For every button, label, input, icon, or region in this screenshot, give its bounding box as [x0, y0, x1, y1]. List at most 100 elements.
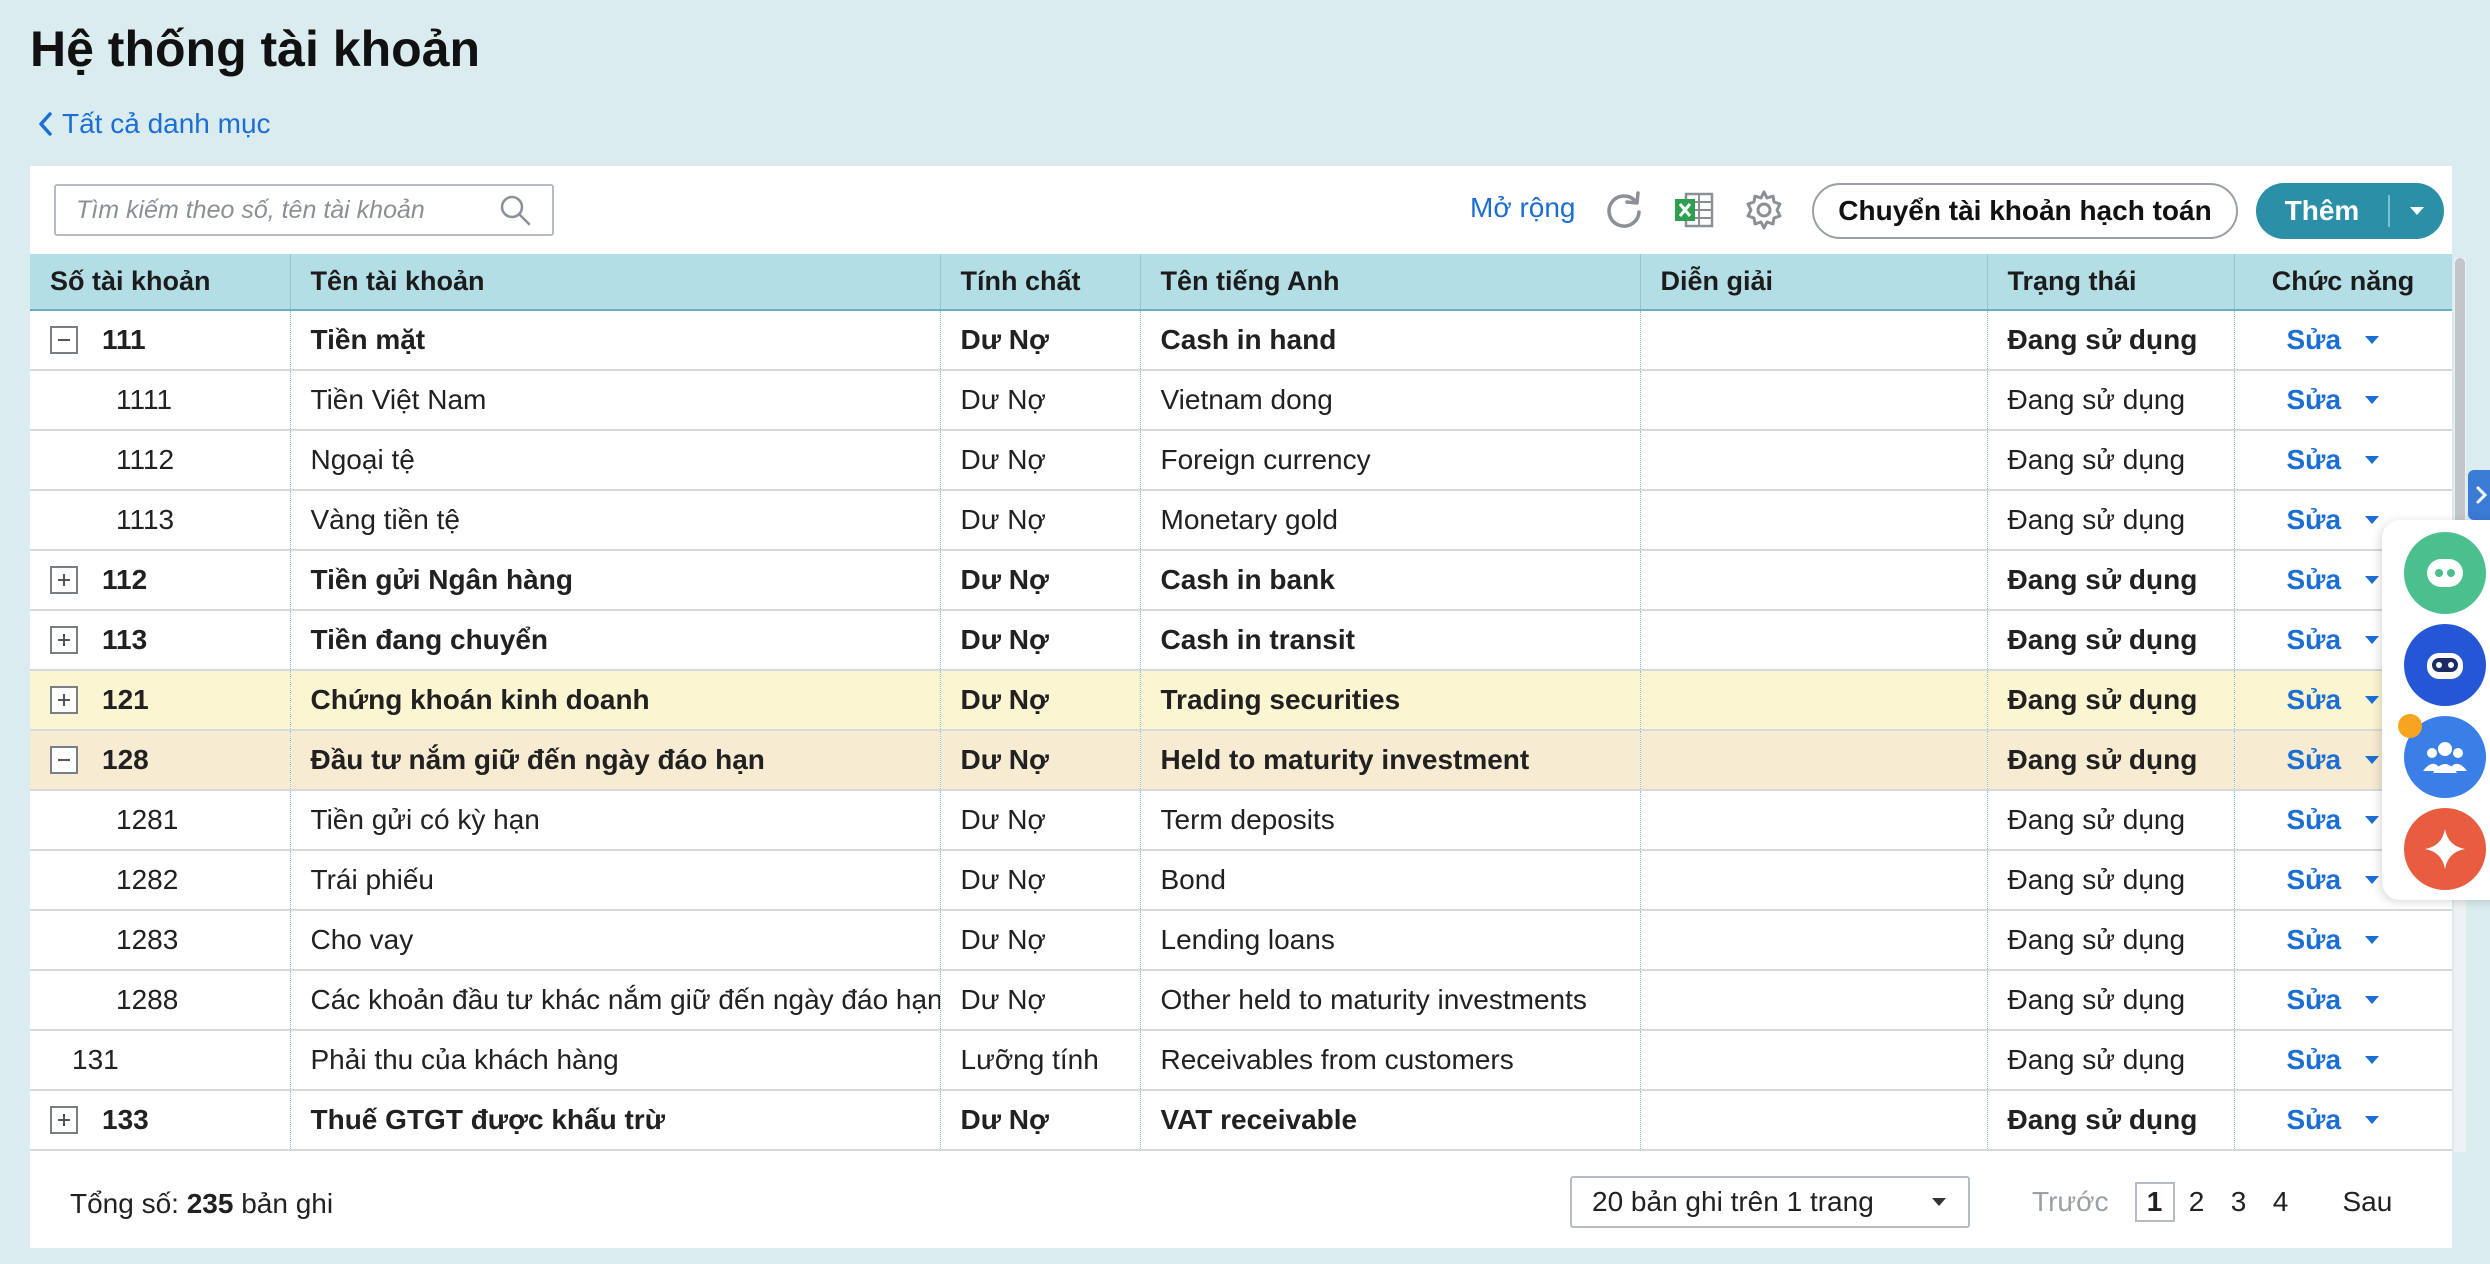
table-row[interactable]: 121 Chứng khoán kinh doanh Dư Nợ Trading se…: [30, 670, 2452, 731]
account-number-cell: 1111: [30, 370, 291, 431]
nature-cell: Dư Nợ: [940, 730, 1141, 791]
edit-link[interactable]: Sửa: [2287, 384, 2342, 416]
back-to-all-categories-link[interactable]: Tất cả danh mục: [36, 108, 271, 140]
edit-link[interactable]: Sửa: [2287, 684, 2342, 716]
table-row[interactable]: 1282 Trái phiếu Dư Nợ Bond Đang sử dụng Sửa: [30, 850, 2452, 911]
edit-link[interactable]: Sửa: [2287, 444, 2342, 476]
actions-cell: Sửa: [2234, 910, 2452, 971]
actions-cell: Sửa: [2234, 310, 2452, 371]
caret-down-icon[interactable]: [2363, 934, 2381, 946]
account-name-cell: Cho vay: [290, 910, 941, 971]
caret-down-icon[interactable]: [2363, 814, 2381, 826]
caret-down-icon[interactable]: [2363, 1114, 2381, 1126]
edit-link[interactable]: Sửa: [2287, 984, 2342, 1016]
add-button-group: Thêm: [2256, 183, 2444, 239]
notification-dot: [2398, 714, 2422, 738]
edit-link[interactable]: Sửa: [2287, 624, 2342, 656]
page-button-4[interactable]: 4: [2261, 1182, 2301, 1222]
table-row[interactable]: 111 Tiền mặt Dư Nợ Cash in hand Đang sử dụng…: [30, 310, 2452, 371]
settings-button[interactable]: [1740, 186, 1788, 234]
edit-link[interactable]: Sửa: [2287, 1104, 2342, 1136]
expand-toggle[interactable]: [50, 626, 78, 654]
assistant-bot-button[interactable]: [2404, 624, 2486, 706]
page-size-select[interactable]: 20 bản ghi trên 1 trang: [1570, 1176, 1970, 1228]
column-header[interactable]: Số tài khoản: [30, 254, 291, 311]
table-row[interactable]: 128 Đầu tư nắm giữ đến ngày đáo hạn Dư Nợ H…: [30, 730, 2452, 791]
column-header[interactable]: Tên tiếng Anh: [1140, 254, 1641, 311]
search-input[interactable]: [76, 195, 498, 225]
expand-toggle[interactable]: [50, 566, 78, 594]
floating-assistant-panel: [2382, 520, 2490, 900]
search-box[interactable]: [54, 184, 554, 236]
search-icon[interactable]: [498, 193, 532, 227]
caret-down-icon[interactable]: [2363, 634, 2381, 646]
page-button-3[interactable]: 3: [2219, 1182, 2259, 1222]
caret-down-icon[interactable]: [2363, 454, 2381, 466]
collapse-side-panel-button[interactable]: [2468, 470, 2490, 520]
ai-sparkle-button[interactable]: [2404, 808, 2486, 890]
caret-down-icon[interactable]: [2363, 994, 2381, 1006]
add-dropdown-button[interactable]: [2390, 205, 2444, 217]
column-header[interactable]: Trạng thái: [1987, 254, 2235, 311]
table-row[interactable]: 133 Thuế GTGT được khấu trừ Dư Nợ VAT recei…: [30, 1090, 2452, 1151]
caret-down-icon[interactable]: [2363, 394, 2381, 406]
caret-down-icon[interactable]: [2363, 334, 2381, 346]
caret-down-icon[interactable]: [2363, 514, 2381, 526]
actions-cell: Sửa: [2234, 430, 2452, 491]
edit-link[interactable]: Sửa: [2287, 804, 2342, 836]
edit-link[interactable]: Sửa: [2287, 1044, 2342, 1076]
column-header[interactable]: Diễn giải: [1640, 254, 1988, 311]
english-name-cell: VAT receivable: [1140, 1090, 1641, 1151]
export-excel-button[interactable]: [1670, 186, 1718, 234]
chatbot-button[interactable]: [2404, 532, 2486, 614]
edit-link[interactable]: Sửa: [2287, 744, 2342, 776]
caret-down-icon[interactable]: [2363, 694, 2381, 706]
page-button-2[interactable]: 2: [2177, 1182, 2217, 1222]
english-name-cell: Cash in hand: [1140, 310, 1641, 371]
actions-cell: Sửa: [2234, 1090, 2452, 1151]
english-name-cell: Vietnam dong: [1140, 370, 1641, 431]
edit-link[interactable]: Sửa: [2287, 564, 2342, 596]
caret-down-icon[interactable]: [2363, 1054, 2381, 1066]
total-prefix: Tổng số:: [70, 1188, 179, 1219]
account-name-cell: Vàng tiền tệ: [290, 490, 941, 551]
nature-cell: Dư Nợ: [940, 910, 1141, 971]
column-header[interactable]: Tên tài khoản: [290, 254, 941, 311]
table-row[interactable]: 113 Tiền đang chuyển Dư Nợ Cash in transit Đ…: [30, 610, 2452, 671]
nature-cell: Lưỡng tính: [940, 1030, 1141, 1091]
edit-link[interactable]: Sửa: [2287, 504, 2342, 536]
table-row[interactable]: 1288 Các khoản đầu tư khác nắm giữ đến ng…: [30, 970, 2452, 1031]
edit-link[interactable]: Sửa: [2287, 324, 2342, 356]
collapse-toggle[interactable]: [50, 746, 78, 774]
description-cell: [1640, 730, 1988, 791]
account-name-cell: Chứng khoán kinh doanh: [290, 670, 941, 731]
table-row[interactable]: 1113 Vàng tiền tệ Dư Nợ Monetary gold Đang s…: [30, 490, 2452, 551]
edit-link[interactable]: Sửa: [2287, 864, 2342, 896]
column-header[interactable]: Tính chất: [940, 254, 1141, 311]
collapse-toggle[interactable]: [50, 326, 78, 354]
transfer-account-button[interactable]: Chuyển tài khoản hạch toán: [1812, 183, 2238, 239]
expand-toggle[interactable]: [50, 1106, 78, 1134]
caret-down-icon[interactable]: [2363, 874, 2381, 886]
caret-down-icon[interactable]: [2363, 574, 2381, 586]
status-cell: Đang sử dụng: [1987, 610, 2235, 671]
caret-down-icon[interactable]: [2363, 754, 2381, 766]
edit-link[interactable]: Sửa: [2287, 924, 2342, 956]
account-number: 133: [102, 1104, 149, 1135]
expand-toggle[interactable]: [50, 686, 78, 714]
table-row[interactable]: 1283 Cho vay Dư Nợ Lending loans Đang sử dụn…: [30, 910, 2452, 971]
nature-cell: Dư Nợ: [940, 310, 1141, 371]
table-row[interactable]: 112 Tiền gửi Ngân hàng Dư Nợ Cash in bank Đa…: [30, 550, 2452, 611]
prev-page-button[interactable]: Trước: [2032, 1186, 2109, 1218]
refresh-button[interactable]: [1600, 186, 1648, 234]
table-row[interactable]: 1112 Ngoại tệ Dư Nợ Foreign currency Đang sử…: [30, 430, 2452, 491]
table-row[interactable]: 1281 Tiền gửi có kỳ hạn Dư Nợ Term deposits…: [30, 790, 2452, 851]
add-button[interactable]: Thêm: [2256, 195, 2390, 227]
description-cell: [1640, 910, 1988, 971]
status-cell: Đang sử dụng: [1987, 730, 2235, 791]
next-page-button[interactable]: Sau: [2343, 1186, 2393, 1218]
table-row[interactable]: 131 Phải thu của khách hàng Lưỡng tính Rece…: [30, 1030, 2452, 1091]
expand-link[interactable]: Mở rộng: [1470, 192, 1576, 224]
page-button-1[interactable]: 1: [2134, 1182, 2175, 1222]
table-row[interactable]: 1111 Tiền Việt Nam Dư Nợ Vietnam dong Đang s…: [30, 370, 2452, 431]
